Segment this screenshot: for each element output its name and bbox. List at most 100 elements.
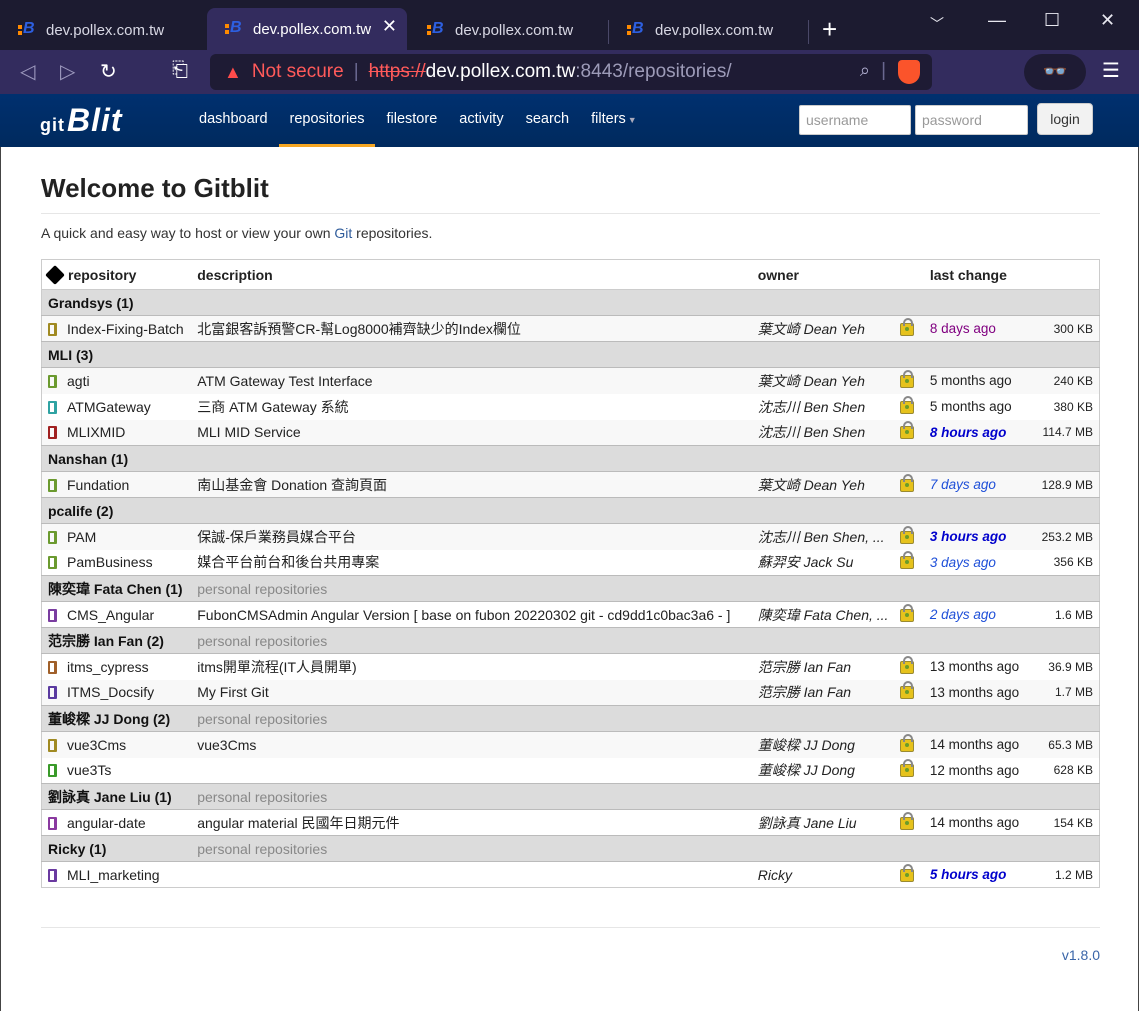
repo-name[interactable]: PAM <box>67 529 96 545</box>
repo-owner[interactable]: 董峻樑 JJ Dong <box>751 731 895 758</box>
repo-name[interactable]: vue3Ts <box>67 762 111 778</box>
repo-name[interactable]: Index-Fixing-Batch <box>67 321 184 337</box>
table-row[interactable]: angular-date angular material 民國年日期元件 劉詠真 … <box>42 810 1100 836</box>
table-row[interactable]: PAM 保誠-保戶業務員媒合平台 沈志川 Ben Shen, ... 3 hours … <box>41 523 1100 550</box>
repo-name-cell[interactable]: vue3Ts <box>42 758 192 784</box>
repo-owner[interactable]: 葉文崎 Dean Yeh <box>751 471 895 498</box>
minimize-icon[interactable]: — <box>988 10 1006 31</box>
repo-owner[interactable]: 沈志川 Ben Shen <box>751 419 895 446</box>
new-tab-icon[interactable]: + <box>822 14 837 44</box>
password-input[interactable]: password <box>915 105 1028 135</box>
repo-name[interactable]: PamBusiness <box>67 554 153 570</box>
gitblit-logo[interactable]: gitBlit <box>40 102 123 139</box>
repo-name-cell[interactable]: itms_cypress <box>42 654 192 680</box>
table-row[interactable]: agti ATM Gateway Test Interface 葉文崎 Dean Y… <box>41 367 1100 394</box>
repo-name-cell[interactable]: MLI_marketing <box>42 862 192 888</box>
nav-repositories[interactable]: repositories <box>278 94 376 147</box>
window-close-icon[interactable]: ✕ <box>1100 10 1115 31</box>
table-row[interactable]: ATMGateway 三商 ATM Gateway 系統 沈志川 Ben Shen 5… <box>42 394 1100 420</box>
repo-owner[interactable]: 董峻樑 JJ Dong <box>752 758 895 784</box>
nav-filestore[interactable]: filestore <box>375 94 448 147</box>
browser-tab[interactable]: dev.pollex.com.tw <box>609 12 809 48</box>
tab-search-chevron-icon[interactable]: ﹀ <box>930 14 944 34</box>
group-name[interactable]: 范宗勝 Ian Fan (2) <box>41 627 192 654</box>
repo-owner[interactable]: 沈志川 Ben Shen, ... <box>751 523 895 550</box>
table-row[interactable]: PamBusiness 媒合平台前台和後台共用專案 蘇羿安 Jack Su 3 day… <box>42 550 1100 576</box>
table-row[interactable]: Index-Fixing-Batch 北富銀客訴預警CR-幫Log8000補齊缺少… <box>41 315 1100 342</box>
table-row[interactable]: CMS_Angular FubonCMSAdmin Angular Version… <box>42 602 1100 628</box>
bookmark-icon[interactable]: ⎗ <box>172 59 188 82</box>
repo-name-cell[interactable]: ATMGateway <box>42 394 192 420</box>
repo-name-cell[interactable]: CMS_Angular <box>42 602 192 628</box>
repo-owner[interactable]: 范宗勝 Ian Fan <box>751 679 895 706</box>
table-row[interactable]: vue3Cms vue3Cms 董峻樑 JJ Dong 14 months ago 65… <box>41 731 1100 758</box>
repo-name-cell[interactable]: ITMS_Docsify <box>41 679 192 706</box>
browser-tab[interactable]: dev.pollex.com.tw <box>0 12 200 48</box>
git-link[interactable]: Git <box>334 225 352 241</box>
table-row[interactable]: itms_cypress itms開單流程(IT人員開單) 范宗勝 Ian Fan 1… <box>42 654 1100 680</box>
warning-icon[interactable]: ▲ <box>224 62 242 83</box>
repo-name[interactable]: ITMS_Docsify <box>67 684 154 700</box>
login-button[interactable]: login <box>1037 103 1093 135</box>
nav-filters[interactable]: filters ▼ <box>580 94 648 147</box>
repo-name-cell[interactable]: angular-date <box>42 810 192 836</box>
private-glasses-icon[interactable]: 👓 <box>1024 54 1086 90</box>
forward-icon[interactable]: ▷ <box>60 59 75 84</box>
repo-name[interactable]: MLIXMID <box>67 424 125 440</box>
table-row[interactable]: ITMS_Docsify My First Git 范宗勝 Ian Fan 13 mo… <box>41 679 1100 706</box>
repo-name-cell[interactable]: Index-Fixing-Batch <box>41 315 192 342</box>
header-repository[interactable]: repository <box>41 259 192 290</box>
repo-name[interactable]: CMS_Angular <box>67 607 154 623</box>
table-row[interactable]: Fundation 南山基金會 Donation 查詢頁面 葉文崎 Dean Yeh… <box>41 471 1100 498</box>
repo-name-cell[interactable]: agti <box>41 367 192 394</box>
repo-owner[interactable]: 葉文崎 Dean Yeh <box>751 315 895 342</box>
group-name[interactable]: Nanshan (1) <box>41 445 192 472</box>
nav-dashboard[interactable]: dashboard <box>188 94 279 147</box>
back-icon[interactable]: ◁ <box>20 59 35 84</box>
repo-name[interactable]: ATMGateway <box>67 399 151 415</box>
address-bar[interactable]: ▲ Not secure | https:// dev.pollex.com.t… <box>210 54 932 90</box>
repo-name[interactable]: vue3Cms <box>67 737 126 753</box>
repo-name-cell[interactable]: PamBusiness <box>42 550 192 576</box>
group-name[interactable]: Grandsys (1) <box>41 289 192 316</box>
repo-name[interactable]: itms_cypress <box>67 659 149 675</box>
repo-name[interactable]: angular-date <box>67 815 146 831</box>
security-status[interactable]: Not secure <box>252 61 344 83</box>
close-icon[interactable]: ✕ <box>382 16 397 37</box>
browser-tab-active[interactable]: dev.pollex.com.tw ✕ <box>207 8 407 50</box>
reload-icon[interactable]: ↻ <box>100 59 117 84</box>
repo-owner[interactable]: 葉文崎 Dean Yeh <box>751 367 895 394</box>
repo-name-cell[interactable]: MLIXMID <box>41 419 192 446</box>
header-owner[interactable]: owner <box>751 259 895 290</box>
table-row[interactable]: MLI_marketing Ricky 5 hours ago 1.2 MB <box>42 862 1100 888</box>
repo-owner[interactable]: Ricky <box>752 862 895 888</box>
username-input[interactable]: username <box>799 105 911 135</box>
repo-owner[interactable]: 蘇羿安 Jack Su <box>752 550 895 576</box>
nav-search[interactable]: search <box>515 94 581 147</box>
repo-name-cell[interactable]: PAM <box>41 523 192 550</box>
table-row[interactable]: vue3Ts 董峻樑 JJ Dong 12 months ago 628 KB <box>42 758 1100 784</box>
nav-activity[interactable]: activity <box>448 94 514 147</box>
group-name[interactable]: 陳奕瑋 Fata Chen (1) <box>41 575 192 602</box>
table-row[interactable]: MLIXMID MLI MID Service 沈志川 Ben Shen 8 hour… <box>41 419 1100 446</box>
zoom-icon[interactable]: ⌕ <box>860 60 870 81</box>
repo-owner[interactable]: 劉詠真 Jane Liu <box>752 810 895 836</box>
repo-owner[interactable]: 范宗勝 Ian Fan <box>752 654 895 680</box>
repo-name-cell[interactable]: Fundation <box>41 471 192 498</box>
repo-name[interactable]: MLI_marketing <box>67 867 160 883</box>
menu-icon[interactable]: ☰ <box>1102 58 1120 83</box>
group-name[interactable]: pcalife (2) <box>41 497 192 524</box>
repo-name[interactable]: Fundation <box>67 477 129 493</box>
group-name[interactable]: MLI (3) <box>41 341 192 368</box>
group-name[interactable]: Ricky (1) <box>41 835 192 862</box>
repo-owner[interactable]: 沈志川 Ben Shen <box>752 394 895 420</box>
header-last-change[interactable]: last change <box>923 259 1026 290</box>
repo-owner[interactable]: 陳奕瑋 Fata Chen, ... <box>752 602 895 628</box>
group-name[interactable]: 劉詠真 Jane Liu (1) <box>41 783 192 810</box>
repo-name-cell[interactable]: vue3Cms <box>41 731 192 758</box>
maximize-icon[interactable]: ☐ <box>1044 10 1060 31</box>
browser-tab[interactable]: dev.pollex.com.tw <box>409 12 609 48</box>
brave-shields-icon[interactable] <box>898 60 920 84</box>
group-name[interactable]: 董峻樑 JJ Dong (2) <box>41 705 192 732</box>
header-description[interactable]: description <box>191 259 752 290</box>
